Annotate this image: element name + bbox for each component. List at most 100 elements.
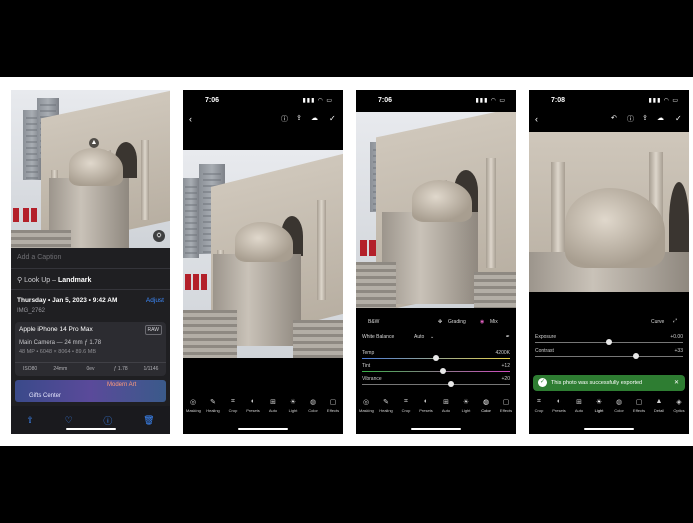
mix-icon: ◉ [480,319,485,325]
tool-crop[interactable]: ⌗ Crop [399,398,413,424]
tool-crop[interactable]: ⌗ Crop [532,398,546,424]
photo-canvas[interactable] [356,112,516,308]
tool-presets[interactable]: ◐ Presets [419,398,433,424]
slider-label: Exposure [535,334,557,340]
info-icon[interactable]: ⓘ [103,414,112,427]
slider-knob[interactable] [447,381,454,387]
signal-battery-icons: ▮▮▮ ◠ ▭ [475,98,506,104]
photo-thumbnail[interactable] [11,90,170,248]
curve-button[interactable]: Curve [651,319,664,325]
home-indicator [411,428,461,430]
tool-presets[interactable]: ◐ Presets [552,398,566,424]
editor-tool-strip: ◎ Masking ✎ Healing ⌗ Crop ◐ Presets ⊞ Auto ☀… [183,398,343,424]
help-icon[interactable]: ⓘ [627,114,634,124]
map-label: Gifts Center [29,393,62,399]
tool-label: Light [288,408,298,413]
auto-icon: ⊞ [576,399,582,406]
slider-value: 4200K [495,350,510,356]
tool-light[interactable]: ☀ Light [286,398,300,424]
photo-canvas[interactable] [183,150,343,358]
back-chevron-icon[interactable]: ‹ [535,114,538,124]
slider-value: +0.00 [670,334,683,340]
back-chevron-icon[interactable]: ‹ [189,114,192,124]
adjust-button[interactable]: Adjust [146,297,164,304]
white-balance-select[interactable]: Auto [414,334,424,340]
tool-effects[interactable]: ▢ Effects [326,398,340,424]
divider [11,289,170,290]
tool-label: Effects [499,408,513,413]
done-check-icon[interactable]: ✓ [329,114,336,123]
tool-masking[interactable]: ◎ Masking [186,398,201,424]
slider-track[interactable] [362,384,510,385]
curve-edit-icon[interactable]: ⤢ [673,318,677,324]
masking-icon: ◎ [362,399,370,406]
tool-auto[interactable]: ⊞ Auto [266,398,280,424]
share-icon[interactable]: ⇧ [26,415,34,426]
healing-icon: ✎ [210,399,216,406]
tool-auto[interactable]: ⊞ Auto [572,398,586,424]
tool-label: Healing [379,408,393,413]
caption-input[interactable]: Add a Caption [17,254,61,261]
tool-detail[interactable]: ▲ Detail [652,398,666,424]
undo-icon[interactable]: ↶ [611,114,617,122]
tool-label: Optics [673,408,685,413]
exif-ev: 0ev [86,366,95,372]
tool-masking[interactable]: ◎ Masking [359,398,374,424]
presets-icon: ◐ [423,398,429,405]
slider-value: +33 [674,348,683,354]
trash-icon[interactable]: 🗑 [143,415,154,426]
close-icon[interactable]: ✕ [674,379,679,386]
location-map[interactable]: Modern Art Gifts Center [15,380,166,402]
share-icon[interactable]: ⇪ [642,114,648,122]
slider-knob[interactable] [433,355,439,361]
eyedropper-icon[interactable]: ✒ [506,334,510,340]
tool-label: Crop [534,408,544,413]
done-check-icon[interactable]: ✓ [675,114,682,123]
photo-canvas[interactable] [529,132,689,292]
tool-label: Effects [632,408,646,413]
tool-healing[interactable]: ✎ Healing [206,398,220,424]
person-badge-icon[interactable]: ▲ [89,138,99,148]
color-tabs: B&W ✤ Grading ◉ Mix [356,316,516,328]
help-icon[interactable]: ⓘ [281,114,288,124]
slider-knob[interactable] [632,353,639,359]
tool-effects[interactable]: ▢ Effects [632,398,646,424]
photos-info-screen: ▲ ⛭ Add a Caption ⚲ Look Up – Landmark T… [11,90,170,434]
cloud-icon[interactable]: ☁ [311,114,318,122]
slider-value: +12 [501,363,510,369]
photo-date: Thursday • Jan 5, 2023 • 9:42 AM [17,297,118,304]
tool-optics[interactable]: ◈ Optics [672,398,686,424]
share-icon[interactable]: ⇪ [296,114,302,122]
home-indicator [584,428,634,430]
slider-row: Temp 4200K [362,350,510,363]
tool-presets[interactable]: ◐ Presets [246,398,260,424]
editor-top-bar: ‹ ⓘ ⇪ ☁ ✓ [183,112,343,128]
tool-crop[interactable]: ⌗ Crop [226,398,240,424]
slider-knob[interactable] [606,339,612,345]
tool-healing[interactable]: ✎ Healing [379,398,393,424]
raw-badge: RAW [144,325,162,335]
slider-track[interactable] [535,356,683,357]
tab-bw[interactable]: B&W [368,319,379,325]
exif-row: ISO80 24mm 0ev ƒ 1.78 1/1146 [15,362,166,375]
favorite-heart-icon[interactable]: ♡ [65,415,73,426]
slider-track[interactable] [362,371,510,372]
tool-color[interactable]: ◍ Color [306,398,320,424]
tool-light[interactable]: ☀ Light [592,398,606,424]
visual-lookup-icon[interactable]: ⛭ [153,230,165,242]
tool-auto[interactable]: ⊞ Auto [439,398,453,424]
slider-knob[interactable] [440,368,447,374]
color-icon: ◍ [615,399,623,406]
tool-label: Presets [419,408,433,413]
tab-mix[interactable]: Mix [490,319,498,325]
tool-color[interactable]: ◍ Color [612,398,626,424]
look-up-landmark[interactable]: ⚲ Look Up – Landmark [17,276,91,284]
tool-light[interactable]: ☀ Light [459,398,473,424]
tool-color[interactable]: ◍ Color [479,398,493,424]
exif-aperture: ƒ 1.78 [113,366,128,372]
tool-effects[interactable]: ▢ Effects [499,398,513,424]
map-label: Modern Art [107,382,137,388]
status-bar: 7:08 ▮▮▮ ◠ ▭ [529,90,689,110]
tab-grading[interactable]: Grading [448,319,466,325]
cloud-icon[interactable]: ☁ [657,114,664,122]
